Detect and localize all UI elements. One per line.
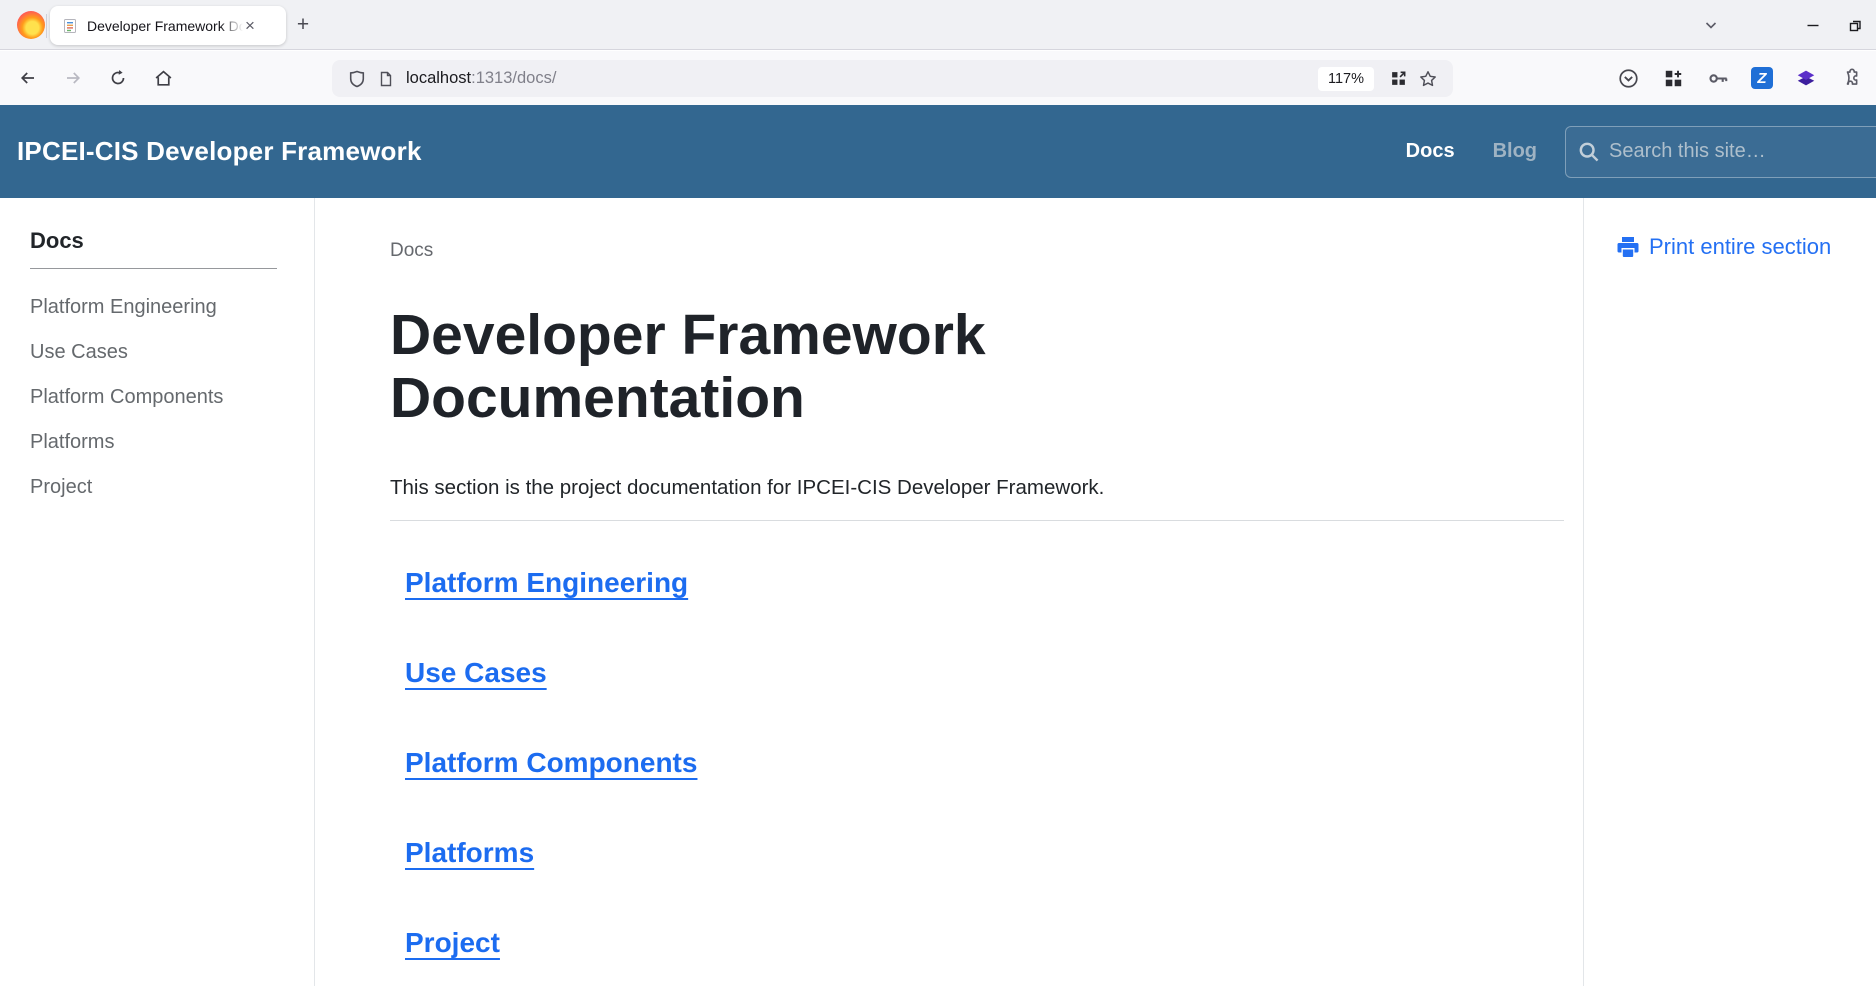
- sidebar-divider: [30, 268, 277, 269]
- shield-icon[interactable]: [348, 70, 366, 88]
- section-link-use-cases[interactable]: Use Cases: [405, 657, 547, 689]
- search-input[interactable]: [1609, 140, 1859, 163]
- url-bar[interactable]: localhost:1313/docs/ 117%: [332, 60, 1453, 97]
- back-arrow-icon[interactable]: [12, 62, 44, 94]
- sidebar-item-project[interactable]: Project: [30, 465, 314, 510]
- puzzle-icon[interactable]: [1839, 66, 1863, 90]
- print-section-label: Print entire section: [1649, 234, 1831, 260]
- reload-icon[interactable]: [102, 62, 134, 94]
- tabs-chevron-icon[interactable]: [1690, 0, 1732, 50]
- site-search-box[interactable]: [1565, 126, 1876, 178]
- tab-close-icon[interactable]: ×: [245, 17, 255, 34]
- extensions-icon[interactable]: [1661, 66, 1685, 90]
- new-tab-button[interactable]: +: [288, 10, 318, 40]
- section-link-project[interactable]: Project: [405, 927, 500, 959]
- section-link-platform-components[interactable]: Platform Components: [405, 747, 697, 779]
- url-path: :1313/docs/: [471, 69, 556, 87]
- bookmark-star-icon[interactable]: [1419, 70, 1437, 88]
- document-favicon-icon: [62, 18, 78, 34]
- main-content: Docs Developer Framework Documentation T…: [315, 198, 1583, 986]
- restore-icon[interactable]: [1834, 0, 1876, 50]
- nav-docs[interactable]: Docs: [1406, 140, 1455, 163]
- browser-toolbar: localhost:1313/docs/ 117%: [0, 51, 1876, 105]
- page-title: Developer Framework Documentation: [390, 304, 1120, 430]
- key-icon[interactable]: [1706, 66, 1730, 90]
- sidebar-item-platform-engineering[interactable]: Platform Engineering: [30, 285, 314, 330]
- sidebar-item-platforms[interactable]: Platforms: [30, 420, 314, 465]
- sidebar-item-platform-components[interactable]: Platform Components: [30, 375, 314, 420]
- site-header: IPCEI-CIS Developer Framework Docs Blog: [0, 105, 1876, 198]
- site-brand[interactable]: IPCEI-CIS Developer Framework: [17, 136, 422, 167]
- pocket-icon[interactable]: [1616, 66, 1640, 90]
- url-host: localhost: [406, 69, 471, 87]
- section-link-platforms[interactable]: Platforms: [405, 837, 534, 869]
- forward-arrow-icon[interactable]: [57, 62, 89, 94]
- nav-blog[interactable]: Blog: [1493, 140, 1537, 163]
- sidebar-nav: Platform Engineering Use Cases Platform …: [30, 285, 314, 510]
- sidebar-item-use-cases[interactable]: Use Cases: [30, 330, 314, 375]
- sidebar-title[interactable]: Docs: [30, 228, 314, 254]
- url-text[interactable]: localhost:1313/docs/: [406, 69, 1318, 88]
- content-divider: [390, 520, 1564, 521]
- page-body: Docs Platform Engineering Use Cases Plat…: [0, 198, 1876, 986]
- layers-icon[interactable]: [1794, 66, 1818, 90]
- print-section-link[interactable]: Print entire section: [1616, 234, 1876, 260]
- browser-titlebar: Developer Framework Documen × +: [0, 0, 1876, 50]
- docs-sidebar: Docs Platform Engineering Use Cases Plat…: [0, 198, 315, 986]
- squares-arrow-icon[interactable]: [1390, 70, 1407, 87]
- minimize-icon[interactable]: [1792, 0, 1834, 50]
- page-icon[interactable]: [378, 71, 394, 87]
- section-link-list: Platform Engineering Use Cases Platform …: [390, 567, 1564, 959]
- breadcrumb[interactable]: Docs: [390, 240, 1564, 262]
- home-icon[interactable]: [147, 62, 179, 94]
- zotero-icon[interactable]: Z: [1751, 67, 1773, 89]
- tab-separator: [46, 14, 47, 38]
- browser-tab[interactable]: Developer Framework Documen ×: [50, 6, 286, 45]
- firefox-logo-icon[interactable]: [17, 11, 45, 39]
- intro-paragraph: This section is the project documentatio…: [390, 476, 1564, 500]
- search-icon: [1578, 141, 1600, 163]
- tab-title: Developer Framework Documen: [87, 18, 243, 34]
- section-link-platform-engineering[interactable]: Platform Engineering: [405, 567, 688, 599]
- zoom-level-badge[interactable]: 117%: [1318, 67, 1374, 91]
- right-sidebar: Print entire section: [1583, 198, 1876, 986]
- printer-icon: [1616, 235, 1640, 259]
